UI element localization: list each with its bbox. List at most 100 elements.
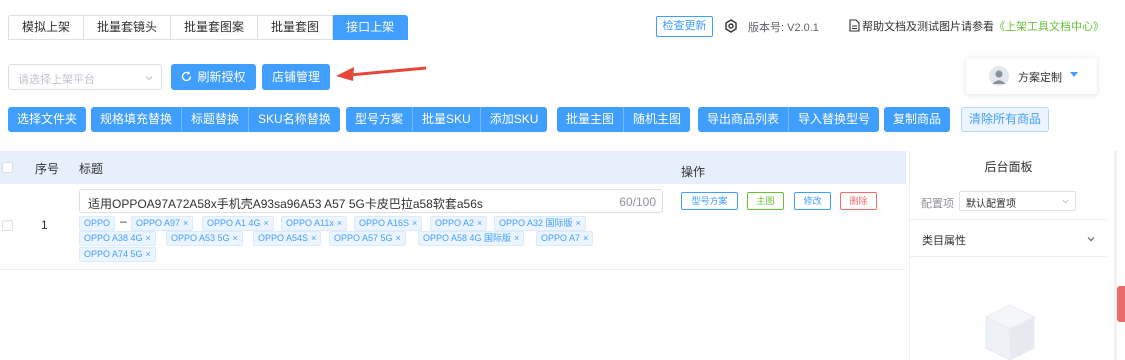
close-icon[interactable]: ×	[311, 233, 316, 243]
config-value: 默认配置项	[966, 199, 1016, 210]
help-text: 帮助文档及测试图片请参看《上架工具文档中心》	[862, 18, 1104, 34]
model-tag-label: OPPO A74 5G	[84, 249, 143, 259]
model-scheme-op-button[interactable]: 型号方案	[681, 192, 738, 210]
model-tag: OPPO A57 5G ×	[329, 231, 406, 246]
close-icon[interactable]: ×	[477, 218, 482, 228]
tab-api-listing[interactable]: 接口上架	[333, 15, 409, 40]
platform-placeholder: 请选择上架平台	[18, 74, 95, 86]
tab-simulated-listing[interactable]: 模拟上架	[8, 15, 85, 40]
close-icon[interactable]: ×	[233, 233, 238, 243]
toolbar-group-replace: 规格填充替换 标题替换 SKU名称替换	[91, 107, 340, 132]
title-input[interactable]: 适用OPPOA97A72A58x手机壳A93sa96A53 A57 5G卡皮巴拉…	[79, 189, 663, 213]
model-tag: OPPO A74 5G ×	[79, 247, 156, 262]
main-image-op-button[interactable]: 主图	[747, 192, 784, 210]
tag-separator: –	[120, 214, 127, 228]
shop-management-button[interactable]: 店铺管理	[262, 64, 330, 90]
caret-down-icon	[1070, 72, 1078, 77]
tab-batch-pattern[interactable]: 批量套图案	[171, 15, 259, 40]
config-select[interactable]: 默认配置项	[959, 191, 1076, 211]
platform-select[interactable]: 请选择上架平台	[8, 64, 162, 90]
toolbar-group-folder: 选择文件夹	[8, 107, 87, 132]
close-icon[interactable]: ×	[583, 233, 588, 243]
version-text: 版本号: V2.0.1	[748, 22, 819, 34]
select-all-checkbox[interactable]	[2, 162, 13, 173]
document-icon	[849, 19, 860, 32]
model-tag-label: OPPO A11x	[286, 218, 334, 228]
doc-center-link[interactable]: 《上架工具文档中心》	[994, 21, 1104, 33]
model-tag: OPPO A7 ×	[536, 231, 594, 246]
model-scheme-button[interactable]: 型号方案	[346, 107, 414, 132]
tab-batch-image[interactable]: 批量套图	[258, 15, 334, 40]
side-float-tab[interactable]	[1117, 286, 1125, 322]
close-icon[interactable]: ×	[396, 233, 401, 243]
model-tag-label: OPPO A1 4G	[207, 218, 261, 228]
close-icon[interactable]: ×	[264, 218, 269, 228]
panel-scrollbar[interactable]	[1114, 151, 1117, 360]
title-replace-button[interactable]: 标题替换	[182, 107, 250, 132]
close-icon[interactable]: ×	[146, 249, 151, 259]
model-tag: OPPO A11x ×	[281, 216, 348, 231]
header-title: 标题	[79, 162, 104, 176]
title-char-count: 60/100	[619, 195, 656, 209]
random-main-image-button[interactable]: 随机主图	[624, 107, 691, 132]
clear-all-products-button[interactable]: 清除所有商品	[961, 107, 1049, 132]
model-tag-label: OPPO A38 4G	[84, 233, 143, 243]
model-tag-label: OPPO A16S	[359, 218, 410, 228]
batch-sku-button[interactable]: 批量SKU	[413, 107, 481, 132]
model-tag: OPPO A32 国际版 ×	[494, 216, 586, 231]
import-replace-model-button[interactable]: 导入替换型号	[789, 107, 880, 132]
title-value: 适用OPPOA97A72A58x手机壳A93sa96A53 A57 5G卡皮巴拉…	[88, 197, 483, 211]
panel-title: 后台面板	[984, 160, 1033, 174]
close-icon[interactable]: ×	[576, 218, 581, 228]
toolbar-group-sku: 型号方案 批量SKU 添加SKU	[346, 107, 548, 132]
export-product-list-button[interactable]: 导出商品列表	[698, 107, 790, 132]
model-tag: OPPO A2 ×	[430, 216, 488, 231]
close-icon[interactable]: ×	[412, 218, 417, 228]
category-attributes-collapse[interactable]: 类目属性	[910, 219, 1107, 257]
empty-box-icon	[984, 304, 1036, 360]
model-tag: OPPO A58 4G 国际版 ×	[418, 231, 525, 246]
refresh-auth-label: 刷新授权	[197, 70, 246, 84]
refresh-auth-button[interactable]: 刷新授权	[171, 64, 256, 90]
batch-main-image-button[interactable]: 批量主图	[557, 107, 625, 132]
close-icon[interactable]: ×	[183, 218, 188, 228]
chevron-down-icon	[1062, 199, 1069, 204]
close-icon[interactable]: ×	[514, 233, 519, 243]
header-operations: 操作	[681, 165, 706, 179]
model-tag-label: OPPO A53 5G	[171, 233, 230, 243]
model-tag-label: OPPO A54S	[258, 233, 309, 243]
row-index: 1	[41, 218, 48, 232]
gear-icon[interactable]	[724, 19, 738, 33]
toolbar-group-copy: 复制商品	[884, 107, 951, 132]
model-tag-label: OPPO A7	[541, 233, 581, 243]
config-label: 配置项	[921, 198, 954, 210]
scheme-label: 方案定制	[1018, 72, 1062, 84]
model-tag-label: OPPO A57 5G	[334, 233, 393, 243]
model-tag: OPPO A97 ×	[131, 216, 194, 231]
row-checkbox[interactable]	[2, 220, 13, 231]
check-update-button[interactable]: 检查更新	[656, 16, 713, 37]
chevron-down-icon	[1087, 237, 1095, 242]
model-tag: OPPO A38 4G ×	[79, 231, 156, 246]
spec-fill-replace-button[interactable]: 规格填充替换	[91, 107, 183, 132]
toolbar-group-main-image: 批量主图 随机主图	[557, 107, 691, 132]
close-icon[interactable]: ×	[146, 233, 151, 243]
model-tag: OPPO A53 5G ×	[166, 231, 243, 246]
table-header: 序号 标题 操作	[0, 151, 906, 184]
edit-op-button[interactable]: 修改	[794, 192, 831, 210]
category-label: 类目属性	[922, 235, 966, 247]
model-tag-label: OPPO A2	[435, 218, 475, 228]
sku-name-replace-button[interactable]: SKU名称替换	[249, 107, 340, 132]
help-prefix: 帮助文档及测试图片请参看	[862, 21, 994, 33]
scheme-customize-dropdown[interactable]: 方案定制	[966, 58, 1097, 94]
close-icon[interactable]: ×	[337, 218, 342, 228]
model-tag-label: OPPO A32 国际版	[499, 218, 573, 228]
copy-product-button[interactable]: 复制商品	[884, 107, 951, 132]
backend-panel: 后台面板 配置项 默认配置项 类目属性	[909, 151, 1107, 360]
arrow-annotation	[336, 66, 427, 81]
add-sku-button[interactable]: 添加SKU	[480, 107, 548, 132]
select-folder-button[interactable]: 选择文件夹	[8, 107, 87, 132]
tab-batch-lens[interactable]: 批量套镜头	[84, 15, 172, 40]
delete-op-button[interactable]: 删除	[840, 192, 877, 210]
brand-tag-label: OPPO	[84, 218, 111, 228]
